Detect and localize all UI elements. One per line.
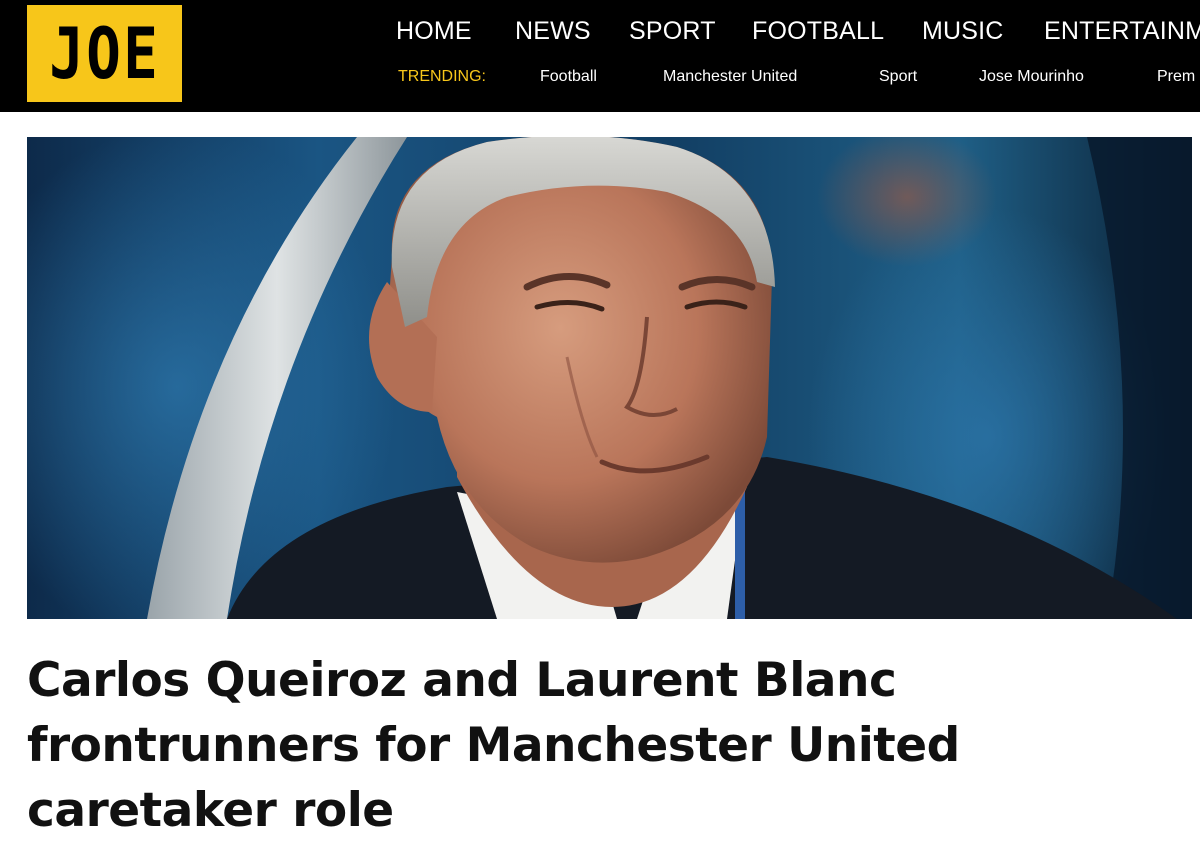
nav-item-football[interactable]: FOOTBALL bbox=[752, 17, 884, 46]
nav-item-sport[interactable]: SPORT bbox=[629, 17, 716, 46]
trending-item-manchester-united[interactable]: Manchester United bbox=[663, 68, 797, 86]
headline-line: Carlos Queiroz and Laurent Blanc bbox=[27, 653, 897, 708]
joe-logo[interactable]: JOE bbox=[27, 5, 182, 102]
trending-item-football[interactable]: Football bbox=[540, 68, 597, 86]
nav-item-music[interactable]: MUSIC bbox=[922, 17, 1004, 46]
trending-item-sport[interactable]: Sport bbox=[879, 68, 917, 86]
nav-item-home[interactable]: HOME bbox=[396, 17, 472, 46]
trending-item-premier-league[interactable]: Prem bbox=[1157, 68, 1195, 86]
hero-photo-illustration bbox=[27, 137, 1192, 619]
headline-line: frontrunners for Manchester United bbox=[27, 718, 960, 773]
nav-item-news[interactable]: NEWS bbox=[515, 17, 591, 46]
headline-line: caretaker role bbox=[27, 783, 394, 838]
site-header: JOE HOME NEWS SPORT FOOTBALL MUSIC ENTER… bbox=[0, 0, 1200, 112]
hero-image[interactable] bbox=[27, 137, 1192, 619]
article-headline[interactable]: Carlos Queiroz and Laurent Blanc frontru… bbox=[27, 648, 1127, 843]
nav-item-entertainment[interactable]: ENTERTAINM bbox=[1044, 17, 1200, 46]
trending-item-jose-mourinho[interactable]: Jose Mourinho bbox=[979, 68, 1084, 86]
trending-label: TRENDING: bbox=[398, 68, 486, 85]
logo-text: JOE bbox=[48, 12, 161, 95]
